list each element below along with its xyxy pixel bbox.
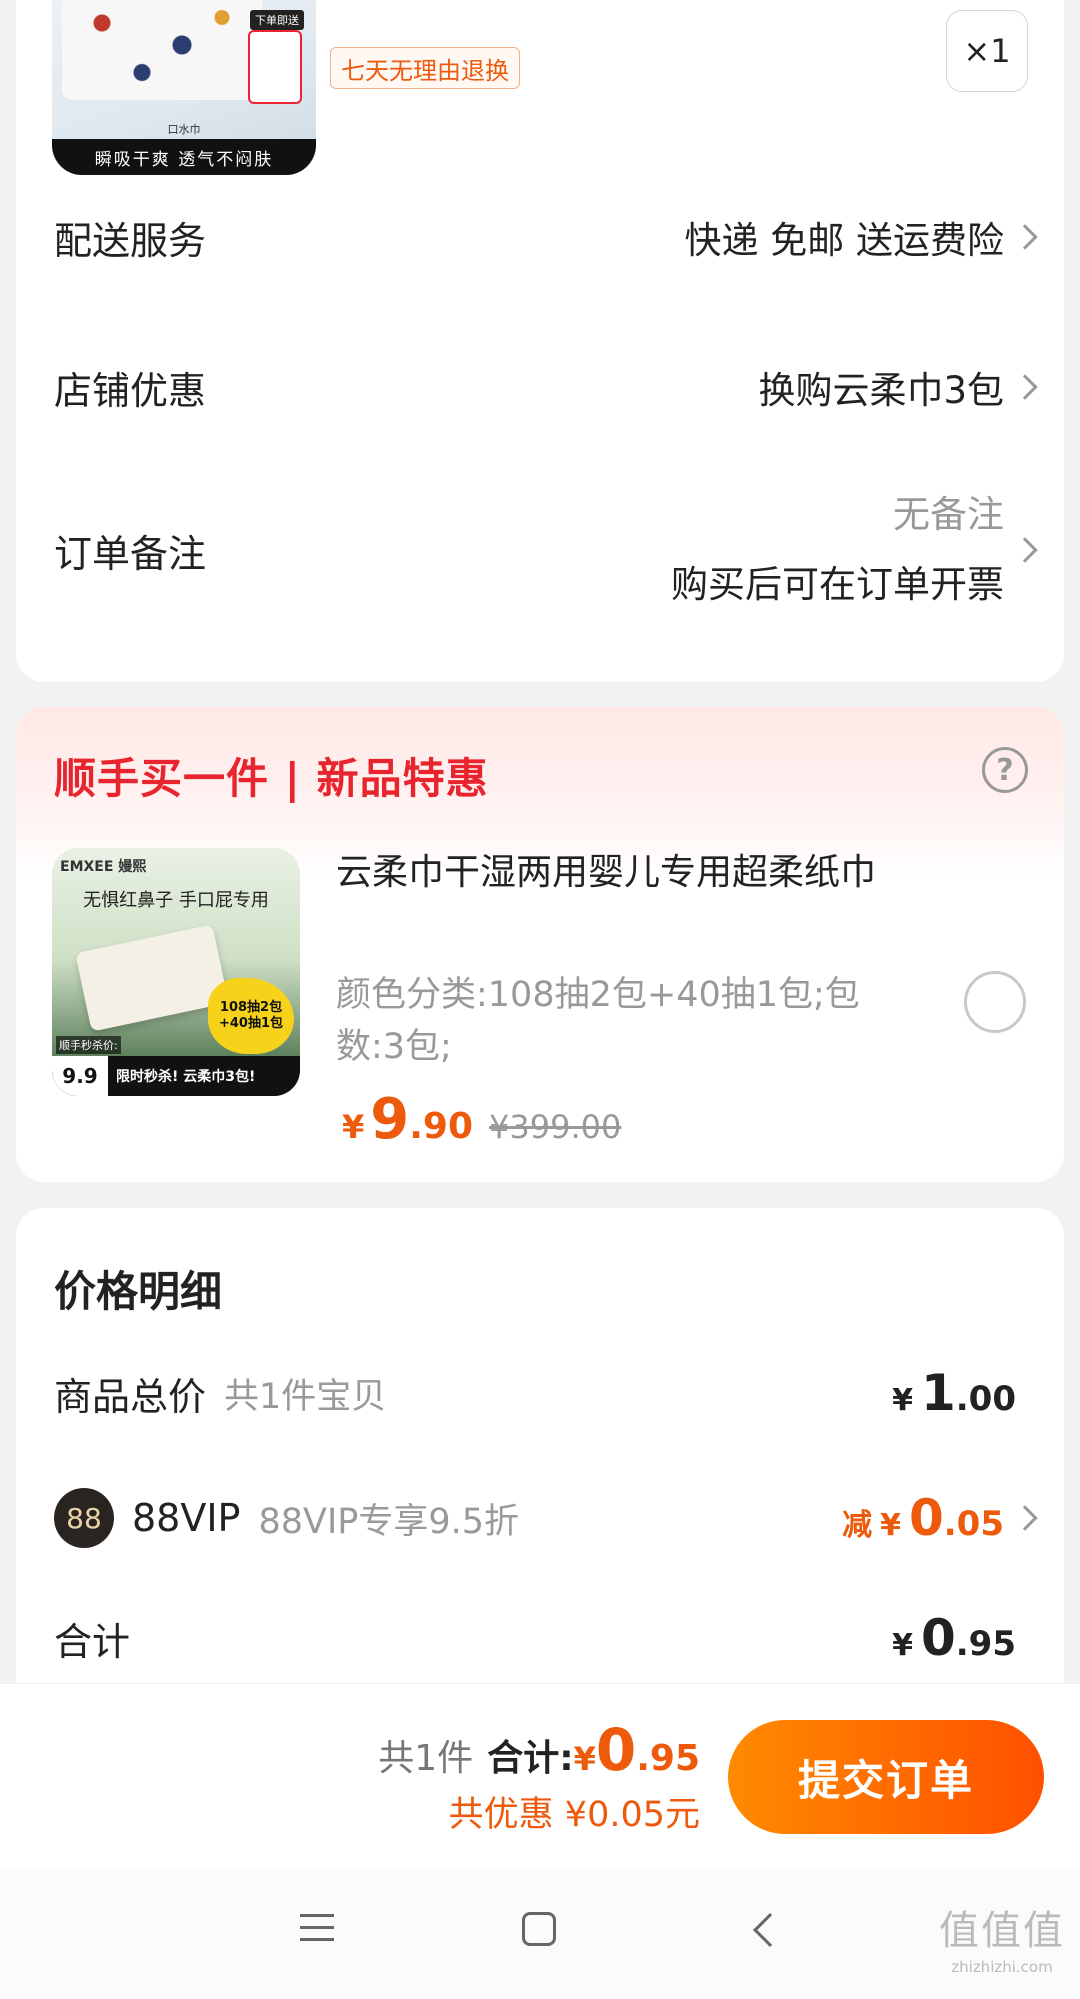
- product-thumbnail[interactable]: 下单即送 口水巾 瞬吸干爽 透气不闷肤: [52, 0, 316, 175]
- product-image-fabric: [62, 0, 262, 100]
- vip-discount-row[interactable]: 88 88VIP 88VIP专享9.5折 减 ¥ 0 .05: [54, 1478, 1038, 1558]
- upsell-image-price: 9.9: [52, 1056, 108, 1096]
- upsell-image-flash-label: 顺手秒杀价:: [56, 1036, 121, 1054]
- product-image-tag: 下单即送: [250, 10, 304, 30]
- price-detail-card: 价格明细 商品总价 共1件宝贝 ¥ 1 .00 88 88VIP 88VIP专享…: [16, 1208, 1064, 1708]
- system-navigation-bar: 值值值 zhizhizhi.com: [0, 1868, 1080, 1999]
- back-icon[interactable]: [753, 1913, 787, 1947]
- sum-currency: ¥: [573, 1740, 596, 1778]
- upsell-product-name[interactable]: 云柔巾干湿两用婴儿专用超柔纸巾: [336, 847, 916, 899]
- question-circle-icon[interactable]: ?: [982, 747, 1028, 793]
- goods-total-dec: .00: [955, 1379, 1016, 1419]
- upsell-image-bar: 9.9 限时秒杀! 云柔巾3包!: [52, 1056, 300, 1096]
- total-amount: ¥ 0 .95: [892, 1609, 1016, 1667]
- goods-total-row: 商品总价 共1件宝贝 ¥ 1 .00: [54, 1358, 1016, 1428]
- vip-discount-int: 0: [908, 1489, 944, 1547]
- vip-sub: 88VIP专享9.5折: [258, 1501, 520, 1542]
- goods-total-currency: ¥: [892, 1383, 913, 1418]
- watermark-logo: 值值值 zhizhizhi.com: [932, 1898, 1072, 1988]
- shipping-value: 快递 免邮 送运费险: [684, 219, 1004, 262]
- chevron-right-icon: [1012, 224, 1038, 250]
- total-dec: .95: [955, 1624, 1016, 1664]
- vip-discount-prefix: 减: [842, 1508, 873, 1543]
- sum-int: 0: [595, 1716, 637, 1784]
- upsell-image-bar-text: 限时秒杀! 云柔巾3包!: [116, 1069, 256, 1085]
- upsell-price-currency: ¥: [342, 1108, 365, 1146]
- shipping-label: 配送服务: [54, 218, 207, 263]
- upsell-image-burst: 108抽2包 +40抽1包: [208, 978, 294, 1054]
- sum-dec: .95: [636, 1738, 700, 1779]
- shop-discount-row[interactable]: 店铺优惠 换购云柔巾3包: [54, 342, 1038, 432]
- goods-count: 共1件宝贝: [224, 1376, 387, 1417]
- upsell-price: ¥ 9 .90 ¥399.00: [342, 1087, 621, 1152]
- checkout-totals: 共1件 合计: ¥ 0 .95 共优惠 ¥0.05元: [378, 1716, 700, 1837]
- menu-icon[interactable]: [300, 1914, 334, 1948]
- chevron-right-icon: [1012, 1505, 1038, 1531]
- goods-total-amount: ¥ 1 .00: [892, 1364, 1016, 1422]
- return-policy-badge: 七天无理由退换: [330, 47, 520, 89]
- shop-discount-label: 店铺优惠: [54, 368, 207, 413]
- watermark-url: zhizhizhi.com: [951, 1958, 1053, 1976]
- goods-total-int: 1: [920, 1364, 956, 1422]
- upsell-image-pack: [75, 924, 229, 1032]
- total-label: 合计: [54, 1619, 131, 1664]
- invoice-hint: 购买后可在订单开票: [671, 563, 1004, 606]
- upsell-title: 顺手买一件 | 新品特惠: [54, 754, 489, 803]
- checkout-bar: 共1件 合计: ¥ 0 .95 共优惠 ¥0.05元 提交订单: [0, 1683, 1080, 1868]
- item-count: 共1件: [378, 1738, 474, 1779]
- product-image-label: 口水巾: [167, 123, 201, 136]
- upsell-price-int: 9: [370, 1087, 410, 1152]
- total-row: 合计 ¥ 0 .95: [54, 1603, 1016, 1673]
- goods-total-label: 商品总价: [54, 1374, 207, 1419]
- vip-discount-currency: ¥: [880, 1508, 901, 1543]
- vip-discount-amount: 减 ¥ 0 .05: [842, 1489, 1004, 1547]
- upsell-product-spec: 颜色分类:108抽2包+40抽1包;包数:3包;: [336, 975, 860, 1067]
- upsell-product-thumbnail[interactable]: EMXEE 嫚熙 无惧红鼻子 手口屁专用 108抽2包 +40抽1包 顺手秒杀价…: [52, 848, 300, 1096]
- order-note-row[interactable]: 订单备注 无备注 购买后可在订单开票: [54, 475, 1038, 625]
- submit-order-button[interactable]: 提交订单: [728, 1720, 1044, 1834]
- quantity-box[interactable]: ×1: [946, 10, 1028, 92]
- sum-label: 合计:: [487, 1738, 574, 1779]
- home-icon[interactable]: [522, 1912, 556, 1946]
- product-image-strip: 瞬吸干爽 透气不闷肤: [52, 139, 316, 175]
- order-info-card: 下单即送 口水巾 瞬吸干爽 透气不闷肤 七天无理由退换 ×1 配送服务 快递 免…: [16, 0, 1064, 682]
- price-detail-title: 价格明细: [54, 1267, 223, 1316]
- order-note-value: 无备注: [893, 493, 1004, 536]
- upsell-brand-logo: EMXEE 嫚熙: [60, 859, 147, 875]
- chevron-right-icon: [1012, 537, 1038, 563]
- upsell-select-radio[interactable]: [964, 971, 1026, 1033]
- total-currency: ¥: [892, 1628, 913, 1663]
- watermark-text: 值值值: [939, 1908, 1065, 1954]
- chevron-right-icon: [1012, 374, 1038, 400]
- product-image-gift-tag: [248, 30, 302, 104]
- upsell-price-dec: .90: [409, 1106, 474, 1147]
- vip-88-icon: 88: [54, 1488, 114, 1548]
- order-note-label: 订单备注: [54, 531, 207, 576]
- vip-label: 88VIP: [132, 1496, 241, 1540]
- vip-discount-dec: .05: [943, 1504, 1004, 1544]
- total-int: 0: [920, 1609, 956, 1667]
- discount-summary: 共优惠 ¥0.05元: [448, 1795, 700, 1835]
- shipping-row[interactable]: 配送服务 快递 免邮 送运费险: [54, 192, 1038, 282]
- upsell-image-headline: 无惧红鼻子 手口屁专用: [83, 890, 269, 911]
- sum-amount: ¥ 0 .95: [574, 1716, 700, 1784]
- upsell-card: 顺手买一件 | 新品特惠 ? EMXEE 嫚熙 无惧红鼻子 手口屁专用 108抽…: [16, 707, 1064, 1182]
- shop-discount-value: 换购云柔巾3包: [758, 369, 1004, 412]
- upsell-original-price: ¥399.00: [489, 1108, 622, 1146]
